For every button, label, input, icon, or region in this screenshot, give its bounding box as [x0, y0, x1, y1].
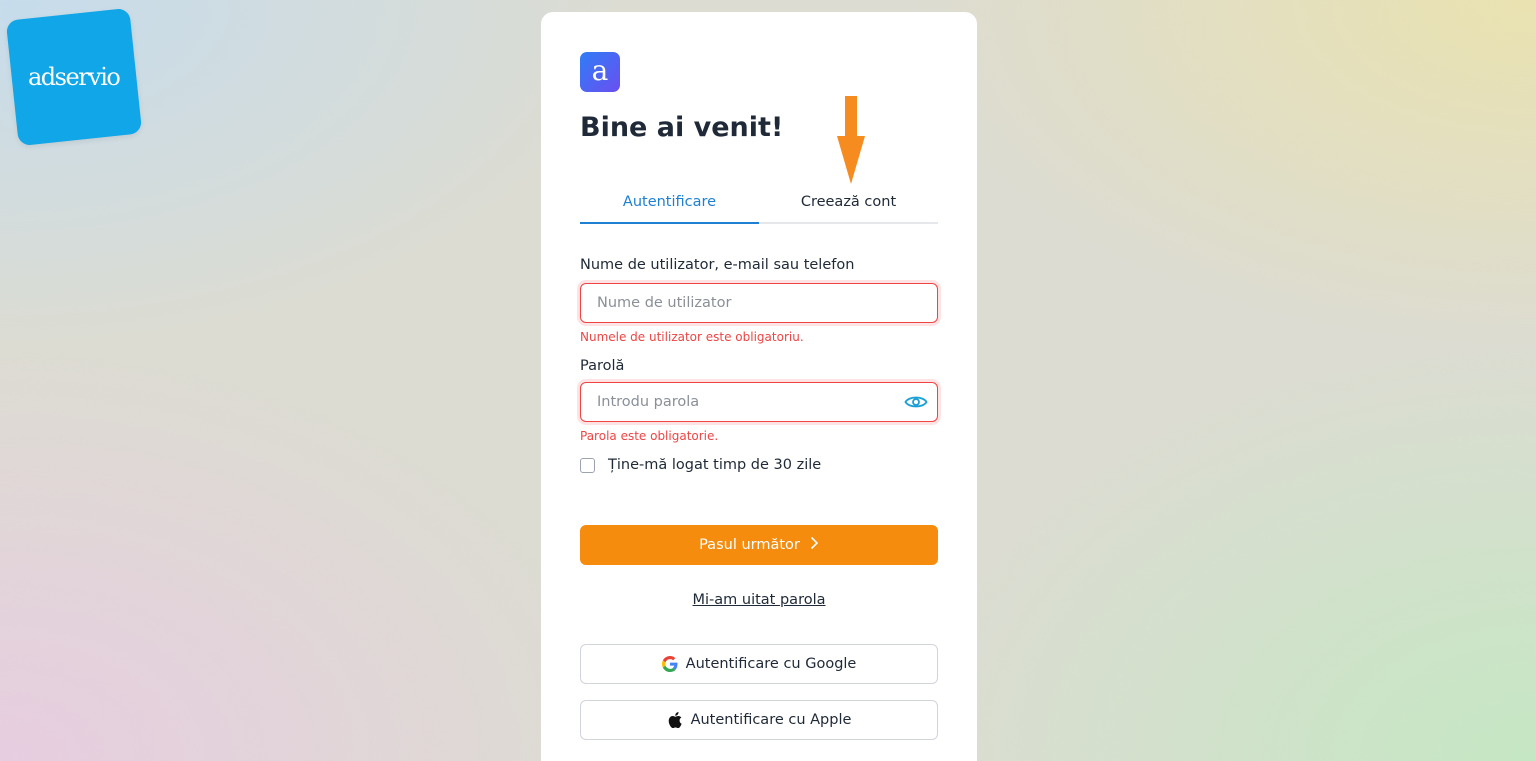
tab-login[interactable]: Autentificare — [580, 188, 759, 224]
eye-icon — [904, 396, 928, 408]
next-step-label: Pasul următor — [699, 537, 800, 553]
remember-label: Ține-mă logat timp de 30 zile — [608, 457, 822, 473]
username-error: Numele de utilizator este obligatoriu. — [580, 330, 804, 344]
next-step-button[interactable]: Pasul următor — [580, 525, 938, 565]
password-error: Parola este obligatorie. — [580, 429, 719, 443]
adservio-logo: adservio — [5, 7, 143, 147]
adservio-logo-text: adservio — [28, 63, 120, 92]
password-field-wrapper — [580, 382, 938, 422]
chevron-right-icon — [810, 536, 819, 554]
page-title: Bine ai venit! — [580, 112, 784, 143]
apple-login-button[interactable]: Autentificare cu Apple — [580, 700, 938, 740]
google-icon — [661, 656, 678, 672]
password-label: Parolă — [580, 358, 625, 374]
apple-login-label: Autentificare cu Apple — [690, 712, 852, 728]
app-logo-letter: a — [591, 53, 609, 87]
arrow-down-icon — [837, 96, 865, 184]
auth-tabs: Autentificare Creează cont — [580, 188, 938, 224]
password-input[interactable] — [581, 383, 897, 421]
show-password-button[interactable] — [903, 390, 929, 414]
google-login-label: Autentificare cu Google — [685, 656, 857, 672]
remember-checkbox[interactable] — [580, 457, 595, 473]
forgot-password-link[interactable]: Mi-am uitat parola — [580, 592, 938, 608]
google-login-button[interactable]: Autentificare cu Google — [580, 644, 938, 684]
username-field-wrapper — [580, 283, 938, 323]
tab-create-account[interactable]: Creează cont — [759, 188, 938, 222]
username-label: Nume de utilizator, e-mail sau telefon — [580, 257, 855, 273]
app-logo-icon: a — [580, 52, 620, 92]
remember-me: Ține-mă logat timp de 30 zile — [580, 457, 821, 473]
apple-icon — [667, 712, 683, 728]
username-input[interactable] — [581, 284, 897, 322]
login-card: a Bine ai venit! Autentificare Creează c… — [541, 12, 977, 761]
